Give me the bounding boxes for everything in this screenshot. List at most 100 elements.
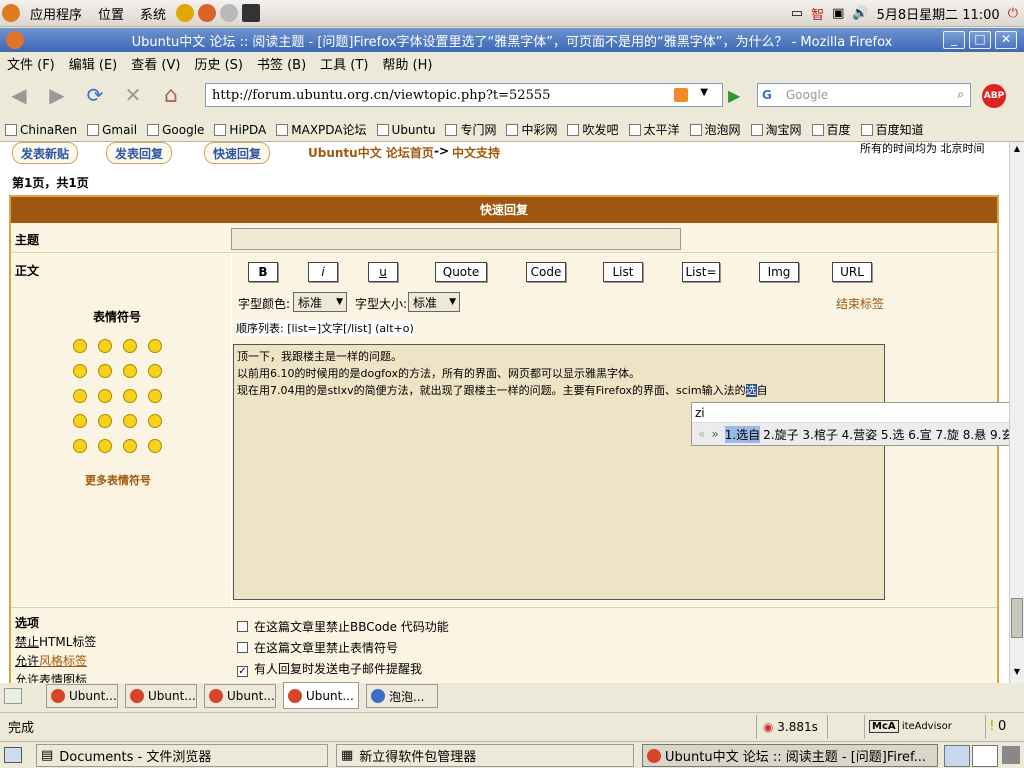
adblock-icon[interactable]: ABP <box>982 84 1006 108</box>
message-textarea[interactable]: 顶一下，我跟楼主是一样的问题。 以前用6.10的时候用的是dogfox的方法，所… <box>233 344 885 600</box>
smile-icon[interactable] <box>148 339 162 353</box>
help-icon[interactable] <box>176 4 195 22</box>
ime-candidate-selected[interactable]: 1.选自 <box>724 425 761 443</box>
scroll-down-icon[interactable]: ▼ <box>1011 667 1023 679</box>
smile-icon[interactable] <box>148 439 162 453</box>
smile-icon[interactable] <box>98 364 112 378</box>
firefox-launcher-icon[interactable] <box>198 4 217 22</box>
ordered-list-button[interactable]: List= <box>682 262 720 282</box>
printer-icon[interactable]: ▭ <box>791 6 803 21</box>
system-menu[interactable]: 系统 <box>132 4 174 23</box>
trash-icon[interactable] <box>1002 746 1020 764</box>
list-button[interactable]: List <box>603 262 643 282</box>
page-scrollbar[interactable]: ▲ ▼ <box>1009 142 1024 683</box>
menu-history[interactable]: 历史 (S) <box>187 54 250 73</box>
minimize-button[interactable]: _ <box>943 31 965 49</box>
url-dropdown-icon[interactable]: ▼ <box>700 87 708 98</box>
smile-icon[interactable] <box>123 339 137 353</box>
scim-indicator[interactable]: 智 <box>811 4 824 23</box>
stop-button[interactable]: ✕ <box>118 80 148 110</box>
smile-icon[interactable] <box>98 339 112 353</box>
clock[interactable]: 5月8日星期二 11:00 <box>877 4 1000 23</box>
new-post-button[interactable]: 发表新贴 <box>12 142 79 164</box>
smile-icon[interactable] <box>98 439 112 453</box>
smile-icon[interactable] <box>148 414 162 428</box>
checkbox-disable-bbcode[interactable] <box>237 621 248 632</box>
mail-launcher-icon[interactable] <box>220 4 239 22</box>
breadcrumb-home[interactable]: Ubuntu中文 论坛首页 <box>308 144 434 161</box>
siteadvisor[interactable]: McA iteAdvisor <box>864 715 952 739</box>
smile-icon[interactable] <box>123 364 137 378</box>
maximize-button[interactable]: □ <box>969 31 991 49</box>
terminal-launcher-icon[interactable] <box>242 4 261 22</box>
tab-5[interactable]: 泡泡... <box>366 684 438 708</box>
network-icon[interactable]: ▣ <box>832 6 844 21</box>
tab-4-active[interactable]: Ubunt... <box>283 682 359 709</box>
smile-icon[interactable] <box>73 339 87 353</box>
bookmark-baidu-zhidao[interactable]: 百度知道 <box>856 121 929 138</box>
font-color-select[interactable]: 标准 ▼ <box>293 292 347 312</box>
smilies-allowed-link[interactable]: 允许 <box>15 673 39 683</box>
tab-2[interactable]: Ubunt... <box>125 684 197 708</box>
smile-icon[interactable] <box>123 389 137 403</box>
show-desktop-icon[interactable] <box>4 747 22 763</box>
smile-icon[interactable] <box>73 439 87 453</box>
workspace-2[interactable] <box>972 745 998 767</box>
reply-button[interactable]: 发表回复 <box>106 142 173 164</box>
menu-tools[interactable]: 工具 (T) <box>313 54 375 73</box>
bookmark-gmail[interactable]: Gmail <box>82 123 142 137</box>
task-firefox[interactable]: Ubuntu中文 论坛 :: 阅读主题 - [问题]Firef... <box>642 744 938 767</box>
code-button[interactable]: Code <box>526 262 566 282</box>
close-tags-link[interactable]: 结束标签 <box>836 295 884 312</box>
workspace-1[interactable] <box>944 745 970 767</box>
menu-edit[interactable]: 编辑 (E) <box>62 54 125 73</box>
bookmark-baidu[interactable]: 百度 <box>807 121 856 138</box>
scroll-up-icon[interactable]: ▲ <box>1011 144 1023 156</box>
underline-button[interactable]: u <box>368 262 398 282</box>
bookmark-zhuanmen[interactable]: 专门网 <box>440 121 501 138</box>
html-disabled-link[interactable]: 禁止 <box>15 635 39 649</box>
window-titlebar[interactable]: Ubuntu中文 论坛 :: 阅读主题 - [问题]Firefox字体设置里选了… <box>0 28 1024 52</box>
quick-reply-button[interactable]: 快速回复 <box>204 142 271 164</box>
url-button[interactable]: URL <box>832 262 872 282</box>
rss-icon[interactable] <box>674 88 688 102</box>
task-synaptic[interactable]: ▦ 新立得软件包管理器 <box>336 744 634 767</box>
url-bar[interactable]: http://forum.ubuntu.org.cn/viewtopic.php… <box>205 83 723 107</box>
smile-icon[interactable] <box>148 389 162 403</box>
more-smilies-link[interactable]: 更多表情符号 <box>85 472 151 488</box>
ime-candidate-list[interactable]: 2.旋子 3.棺子 4.营姿 5.选 6.宣 7.旋 8.悬 9.玄 <box>763 426 1013 443</box>
bookmark-taobao[interactable]: 淘宝网 <box>746 121 807 138</box>
checkbox-notify[interactable]: ✓ <box>237 666 248 677</box>
smile-icon[interactable] <box>73 389 87 403</box>
font-size-select[interactable]: 标准 ▼ <box>408 292 460 312</box>
go-button[interactable]: ▶ <box>728 86 740 105</box>
smile-icon[interactable] <box>73 414 87 428</box>
home-button[interactable]: ⌂ <box>156 80 186 110</box>
google-engine-icon[interactable]: G <box>762 88 772 102</box>
checkbox-disable-smilies[interactable] <box>237 642 248 653</box>
ime-prev-button[interactable]: « <box>692 427 711 441</box>
ime-next-button[interactable]: » <box>711 427 724 441</box>
menu-bookmarks[interactable]: 书签 (B) <box>250 54 313 73</box>
places-menu[interactable]: 位置 <box>90 4 132 23</box>
addon-icon[interactable] <box>827 715 861 739</box>
forward-button[interactable]: ▶ <box>42 80 72 110</box>
smile-icon[interactable] <box>123 414 137 428</box>
bookmark-hipda[interactable]: HiPDA <box>209 123 271 137</box>
applications-menu[interactable]: 应用程序 <box>22 4 90 23</box>
bookmark-paopao[interactable]: 泡泡网 <box>685 121 746 138</box>
bookmark-google[interactable]: Google <box>142 123 209 137</box>
quote-button[interactable]: Quote <box>435 262 487 282</box>
bookmark-taipingyang[interactable]: 太平洋 <box>624 121 685 138</box>
search-icon[interactable]: ⌕ <box>957 87 964 102</box>
close-button[interactable]: ✕ <box>995 31 1017 49</box>
task-file-browser[interactable]: ▤ Documents - 文件浏览器 <box>36 744 328 767</box>
smile-icon[interactable] <box>73 364 87 378</box>
subject-input[interactable] <box>231 228 681 250</box>
bold-button[interactable]: B <box>248 262 278 282</box>
img-button[interactable]: Img <box>759 262 799 282</box>
firefox-window-icon[interactable] <box>6 31 24 49</box>
menu-view[interactable]: 查看 (V) <box>124 54 187 73</box>
tab-1[interactable]: Ubunt... <box>46 684 118 708</box>
logout-icon[interactable]: ⏻ <box>1008 6 1018 21</box>
